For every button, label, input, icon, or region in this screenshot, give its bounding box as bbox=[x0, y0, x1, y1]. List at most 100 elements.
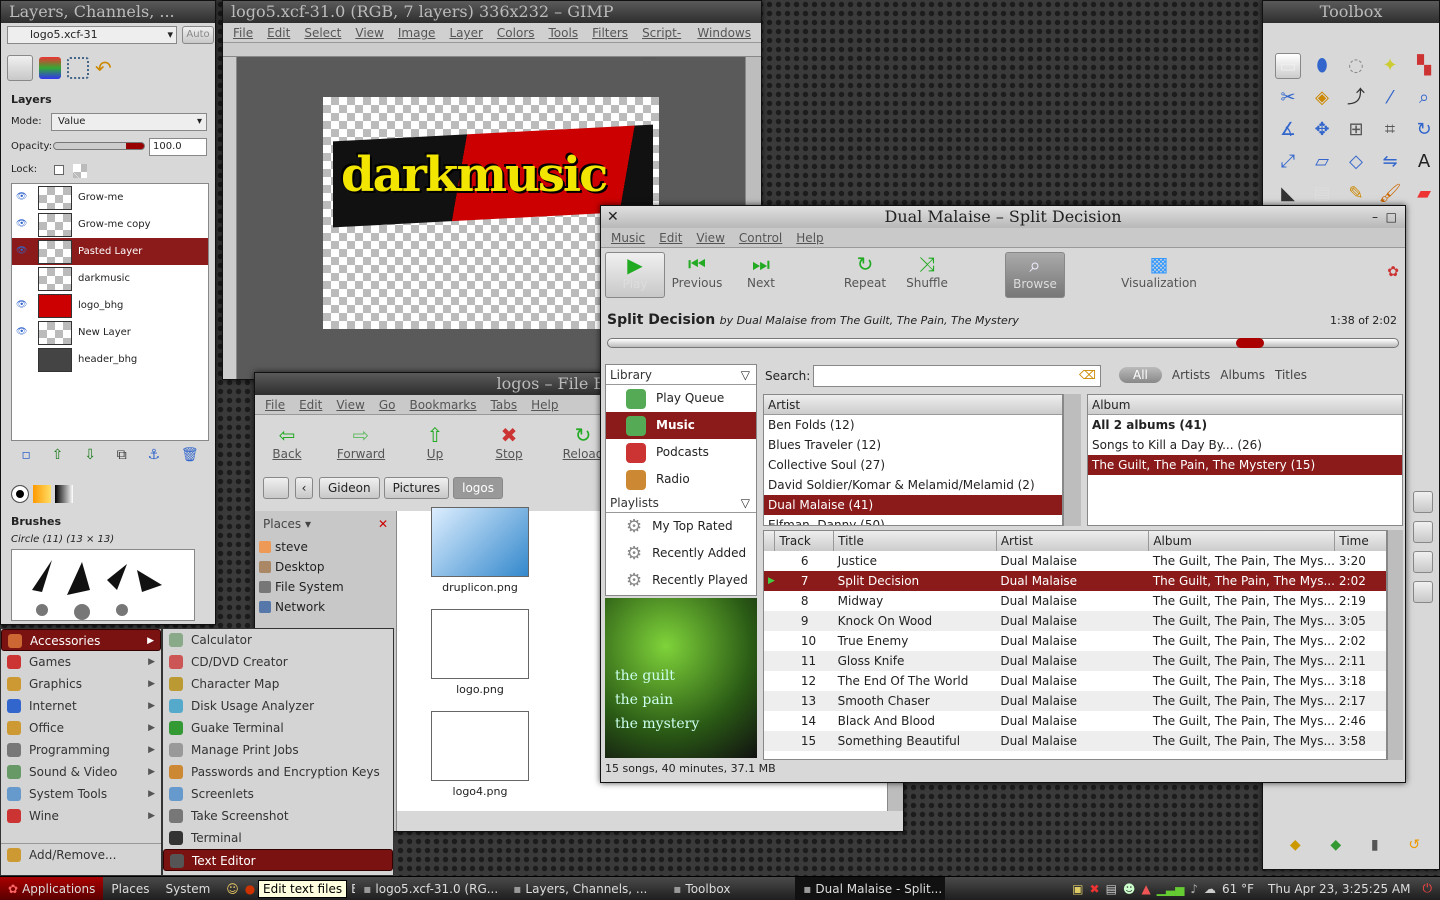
category-soundvideo[interactable]: Sound & Video ▶ bbox=[1, 761, 161, 783]
ellipse-select-icon[interactable]: ⬮ bbox=[1309, 53, 1335, 79]
back-button[interactable]: ⇦ Back bbox=[265, 423, 309, 461]
track-column-header[interactable]: Track bbox=[774, 531, 835, 551]
pencil-icon[interactable]: ✎ bbox=[1343, 181, 1369, 207]
eye-icon[interactable]: 👁 bbox=[16, 211, 32, 238]
task-layers[interactable]: ▪ Layers, Channels, ... bbox=[505, 877, 665, 900]
place-item[interactable]: Network bbox=[255, 597, 396, 617]
channels-tab-icon[interactable] bbox=[39, 57, 61, 79]
category-programming[interactable]: Programming ▶ bbox=[1, 739, 161, 761]
track-column-header[interactable]: Album bbox=[1148, 531, 1336, 551]
layer-row[interactable]: header_bhg bbox=[12, 346, 208, 373]
gimp-menu-scriptfu[interactable]: Script-Fu bbox=[642, 23, 683, 60]
accessory-cddvdcreator[interactable]: CD/DVD Creator bbox=[163, 651, 393, 673]
gimp-menu-layer[interactable]: Layer bbox=[449, 23, 482, 42]
layer-row[interactable]: 👁 Grow-me copy bbox=[12, 211, 208, 238]
option-spin-icon[interactable] bbox=[1413, 551, 1433, 573]
accessory-calculator[interactable]: Calculator bbox=[163, 629, 393, 651]
layer-row[interactable]: 👁 logo_bhg bbox=[12, 292, 208, 319]
gimp-menu-tools[interactable]: Tools bbox=[549, 23, 579, 42]
accessory-terminal[interactable]: Terminal bbox=[163, 827, 393, 849]
next-button[interactable]: ⏭ Next bbox=[731, 252, 791, 298]
gimp-titlebar[interactable]: logo5.xcf-31.0 (RGB, 7 layers) 336x232 –… bbox=[223, 1, 761, 23]
accessory-takescreenshot[interactable]: Take Screenshot bbox=[163, 805, 393, 827]
accessory-diskusageanalyzer[interactable]: Disk Usage Analyzer bbox=[163, 695, 393, 717]
new-layer-icon[interactable]: ▫ bbox=[21, 447, 31, 469]
seek-thumb[interactable] bbox=[1235, 338, 1264, 348]
gimp-menu-file[interactable]: File bbox=[233, 23, 253, 42]
accessory-manageprintjobs[interactable]: Manage Print Jobs bbox=[163, 739, 393, 761]
task-gimp[interactable]: ▪ logo5.xcf-31.0 (RG... bbox=[355, 877, 505, 900]
restore-options-icon[interactable]: ◆ bbox=[1330, 837, 1341, 853]
accessory-charactermap[interactable]: Character Map bbox=[163, 673, 393, 695]
seek-bar[interactable] bbox=[607, 338, 1399, 348]
option-chevron-icon[interactable] bbox=[1413, 491, 1433, 513]
file-item[interactable]: logo.png bbox=[425, 609, 535, 696]
tray-face-icon[interactable]: ☻ bbox=[1123, 882, 1136, 896]
track-row[interactable]: ▶ 7 Split Decision Dual Malaise The Guilt, T… bbox=[764, 571, 1386, 591]
filter-all[interactable]: All bbox=[1119, 367, 1162, 383]
gimp-menu-colors[interactable]: Colors bbox=[497, 23, 535, 42]
track-row[interactable]: 9 Knock On Wood Dual Malaise The Guilt, The… bbox=[764, 611, 1386, 631]
signal-icon[interactable]: ▁▃▅ bbox=[1157, 882, 1185, 896]
zoom-icon[interactable]: ⌕ bbox=[1411, 85, 1437, 111]
track-row[interactable]: 10 True Enemy Dual Malaise The Guilt, The P… bbox=[764, 631, 1386, 651]
album-row[interactable]: All 2 albums (41) bbox=[1088, 415, 1402, 435]
layer-row[interactable]: 👁 Grow-me bbox=[12, 184, 208, 211]
playlist-item[interactable]: ⚙ My Top Rated bbox=[606, 513, 756, 540]
gimp-menu-windows[interactable]: Windows bbox=[697, 23, 751, 42]
move-icon[interactable]: ✥ bbox=[1309, 117, 1335, 143]
chevron-down-icon[interactable]: ▽ bbox=[741, 493, 756, 512]
gimp-menu-view[interactable]: View bbox=[355, 23, 383, 42]
playlist-item[interactable]: ⚙ Recently Played bbox=[606, 567, 756, 594]
eye-icon[interactable]: 👁 bbox=[16, 184, 32, 211]
category-internet[interactable]: Internet ▶ bbox=[1, 695, 161, 717]
close-icon[interactable]: ✕ bbox=[378, 517, 388, 531]
eraser-icon[interactable]: ▰ bbox=[1411, 181, 1437, 207]
weather-icon[interactable]: ☁ bbox=[1204, 882, 1216, 896]
lock-alpha-icon[interactable] bbox=[73, 164, 87, 178]
library-item[interactable]: Radio bbox=[606, 466, 756, 493]
category-accessories[interactable]: Accessories ▶ bbox=[1, 629, 161, 651]
track-row[interactable]: 6 Justice Dual Malaise The Guilt, The Pain,… bbox=[764, 551, 1386, 571]
accessory-guaketerminal[interactable]: Guake Terminal bbox=[163, 717, 393, 739]
option-spin2-icon[interactable] bbox=[1413, 581, 1433, 603]
track-row[interactable]: 15 Something Beautiful Dual Malaise The Gui… bbox=[764, 731, 1386, 751]
power-icon[interactable]: ⏻ bbox=[1423, 881, 1433, 896]
text-icon[interactable]: A bbox=[1411, 149, 1437, 175]
category-games[interactable]: Games ▶ bbox=[1, 651, 161, 673]
player-titlebar[interactable]: ✕ Dual Malaise – Split Decision – □ bbox=[601, 206, 1405, 228]
previous-button[interactable]: ⏮ Previous bbox=[667, 252, 727, 298]
auto-button[interactable]: Auto bbox=[182, 26, 214, 44]
delete-options-icon[interactable]: ▮ bbox=[1371, 837, 1379, 853]
launcher-firefox-icon[interactable]: ● bbox=[245, 882, 255, 896]
file-menu-tabs[interactable]: Tabs bbox=[491, 395, 518, 414]
path-crumb[interactable]: Gideon bbox=[319, 477, 380, 499]
rect-select-icon[interactable]: ▭ bbox=[1275, 53, 1301, 79]
places-menu-button[interactable]: Places bbox=[103, 882, 157, 896]
track-column-header[interactable]: Title bbox=[833, 531, 997, 551]
artist-row[interactable]: Dual Malaise (41) bbox=[764, 495, 1062, 515]
close-icon[interactable]: ✕ bbox=[607, 206, 619, 228]
file-menu-view[interactable]: View bbox=[336, 395, 364, 414]
add-remove-item[interactable]: Add/Remove... bbox=[1, 843, 161, 865]
gimp-menu-image[interactable]: Image bbox=[398, 23, 436, 42]
gimp-menu-edit[interactable]: Edit bbox=[267, 23, 290, 42]
track-row[interactable]: 13 Smooth Chaser Dual Malaise The Guilt, Th… bbox=[764, 691, 1386, 711]
brush-icon[interactable]: 🖌 bbox=[1377, 181, 1403, 207]
brush-grid[interactable] bbox=[11, 549, 195, 621]
accessory-screenlets[interactable]: Screenlets bbox=[163, 783, 393, 805]
places-label[interactable]: Places bbox=[263, 517, 301, 531]
folder-icon[interactable]: ▣ bbox=[1072, 882, 1083, 896]
task-player[interactable]: ▪ Dual Malaise - Split... bbox=[795, 876, 946, 900]
blend-icon[interactable]: ▤ bbox=[1309, 181, 1335, 207]
library-item[interactable]: Podcasts bbox=[606, 439, 756, 466]
align-icon[interactable]: ⊞ bbox=[1343, 117, 1369, 143]
artist-row[interactable]: Elfman, Danny (50) bbox=[764, 515, 1062, 525]
file-menu-go[interactable]: Go bbox=[379, 395, 396, 414]
no-network-icon[interactable]: ✖ bbox=[1090, 882, 1100, 896]
eye-icon[interactable]: 👁 bbox=[16, 292, 32, 319]
lower-layer-icon[interactable]: ⇩ bbox=[84, 447, 96, 469]
file-menu-help[interactable]: Help bbox=[531, 395, 558, 414]
patterns-tab-icon[interactable] bbox=[33, 485, 51, 503]
playlist-item[interactable]: ⚙ Recently Added bbox=[606, 540, 756, 567]
